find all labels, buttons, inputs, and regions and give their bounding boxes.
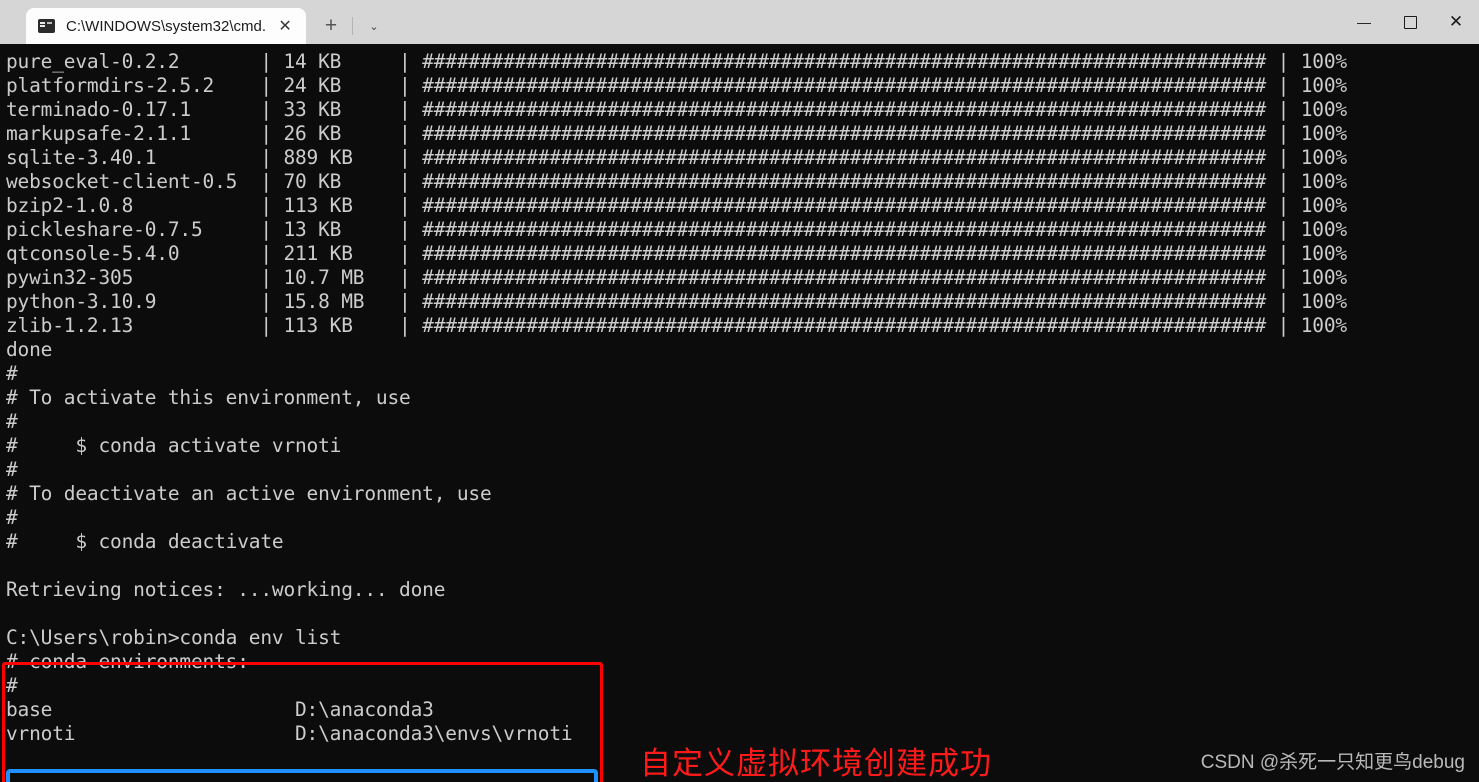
terminal-line: # (6, 458, 18, 481)
terminal-line: pure_eval-0.2.2 | 14 KB | ##############… (6, 50, 1347, 73)
terminal-line: # To activate this environment, use (6, 386, 411, 409)
terminal-line: base D:\anaconda3 (6, 698, 434, 721)
cmd-console-icon (38, 19, 55, 33)
terminal-line: # (6, 506, 18, 529)
maximize-icon (1403, 15, 1417, 29)
maximize-button[interactable] (1387, 0, 1433, 44)
csdn-watermark: CSDN @杀死一只知更鸟debug (1200, 752, 1465, 773)
terminal-line: pickleshare-0.7.5 | 13 KB | ############… (6, 218, 1347, 241)
chevron-down-icon[interactable]: ⌄ (359, 8, 389, 44)
tab-strip: C:\WINDOWS\system32\cmd. ✕ + ⌄ (0, 0, 1341, 44)
terminal-line: vrnoti D:\anaconda3\envs\vrnoti (6, 722, 573, 745)
terminal-output-area[interactable]: pure_eval-0.2.2 | 14 KB | ##############… (0, 44, 1479, 782)
terminal-line: # $ conda deactivate (6, 530, 284, 553)
tab-title: C:\WINDOWS\system32\cmd. (66, 17, 267, 35)
terminal-line: # (6, 362, 18, 385)
close-window-button[interactable]: ✕ (1433, 0, 1479, 44)
window-controls: — ✕ (1341, 0, 1479, 44)
close-tab-icon[interactable]: ✕ (272, 13, 298, 39)
window-titlebar: C:\WINDOWS\system32\cmd. ✕ + ⌄ — ✕ (0, 0, 1479, 44)
tab-cmd[interactable]: C:\WINDOWS\system32\cmd. ✕ (26, 8, 307, 44)
annotation-text: 自定义虚拟环境创建成功 (640, 746, 992, 782)
terminal-line: # (6, 410, 18, 433)
terminal-line: # conda environments: (6, 650, 249, 673)
terminal-line: pywin32-305 | 10.7 MB | ################… (6, 266, 1347, 289)
terminal-line: C:\Users\robin>conda env list (6, 626, 342, 649)
terminal-line: terminado-0.17.1 | 33 KB | #############… (6, 98, 1347, 121)
terminal-line: python-3.10.9 | 15.8 MB | ##############… (6, 290, 1347, 313)
terminal-line: # To deactivate an active environment, u… (6, 482, 492, 505)
terminal-line: sqlite-3.40.1 | 889 KB | ###############… (6, 146, 1347, 169)
terminal-line: Retrieving notices: ...working... done (6, 578, 446, 601)
terminal-line: bzip2-1.0.8 | 113 KB | #################… (6, 194, 1347, 217)
blue-highlight-box (6, 769, 598, 782)
terminal-line: websocket-client-0.5 | 70 KB | #########… (6, 170, 1347, 193)
terminal-line: done (6, 338, 53, 361)
tabstrip-divider (352, 17, 354, 35)
new-tab-button[interactable]: + (316, 8, 346, 44)
minimize-button[interactable]: — (1341, 0, 1387, 50)
terminal-line: # (6, 674, 18, 697)
terminal-line: platformdirs-2.5.2 | 24 KB | ###########… (6, 74, 1347, 97)
terminal-line: zlib-1.2.13 | 113 KB | #################… (6, 314, 1347, 337)
terminal-line: markupsafe-2.1.1 | 26 KB | #############… (6, 122, 1347, 145)
terminal-line: qtconsole-5.4.0 | 211 KB | #############… (6, 242, 1347, 265)
terminal-line: # $ conda activate vrnoti (6, 434, 342, 457)
